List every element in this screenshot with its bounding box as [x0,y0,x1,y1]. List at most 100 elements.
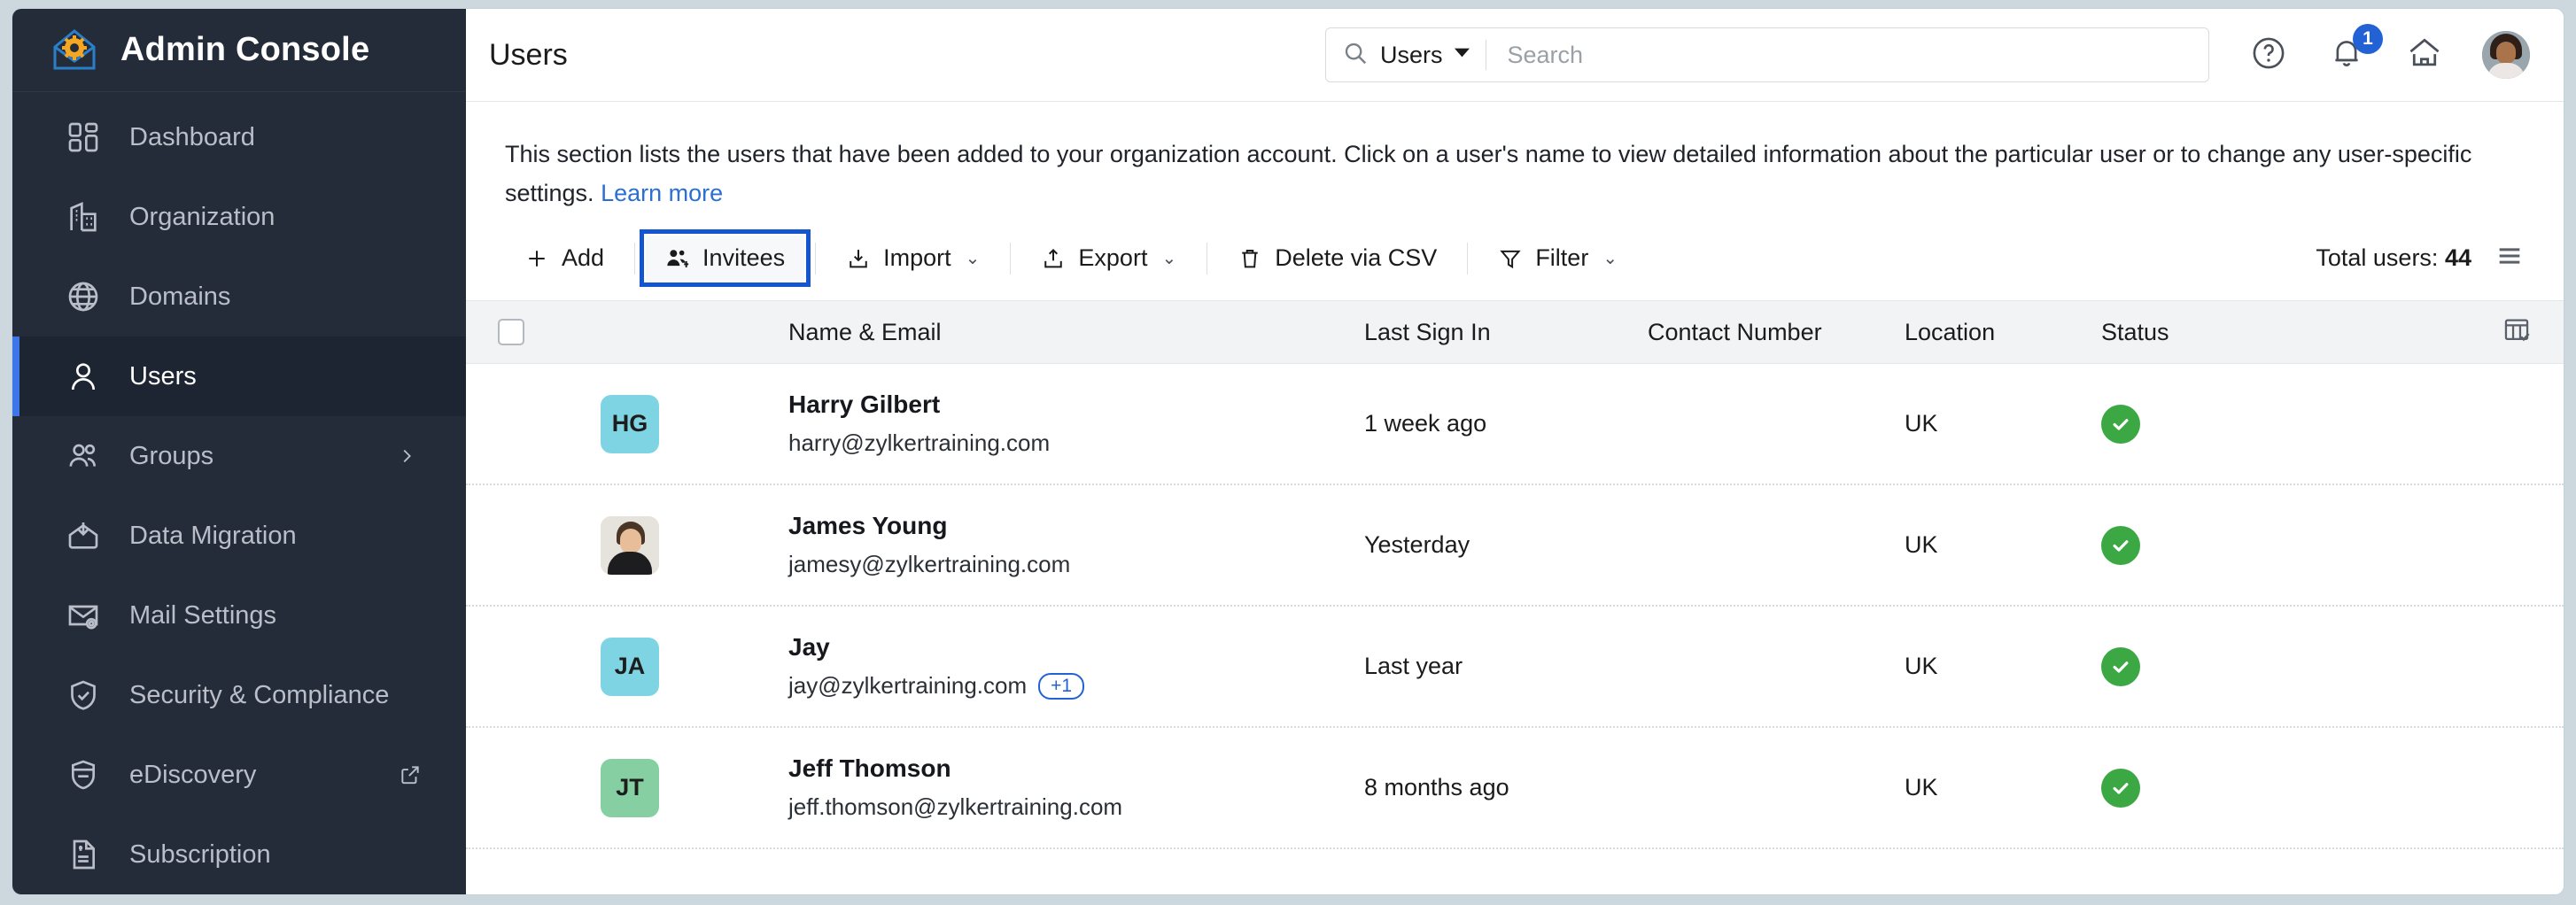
avatar-initials: HG [611,410,648,437]
filter-icon [1498,246,1523,271]
user-email: harry@zylkertraining.com [788,429,1051,457]
sidebar-item-domains[interactable]: Domains [12,257,466,336]
external-link-icon [399,763,422,786]
export-button-label: Export [1078,244,1148,272]
sidebar-item-organization[interactable]: Organization [12,177,466,257]
sidebar-item-data-migration[interactable]: Data Migration [12,496,466,576]
last-sign-in-value: Last year [1364,653,1463,680]
sidebar-item-label: Security & Compliance [129,680,390,709]
sidebar-item-dashboard[interactable]: Dashboard [12,97,466,177]
last-sign-in-value: 1 week ago [1364,410,1487,437]
brand-header: Admin Console [12,9,466,92]
sidebar-item-label: Dashboard [129,122,255,151]
column-header-status: Status [2101,318,2169,345]
search-scope-selector[interactable]: Users [1342,40,1486,71]
location-value: UK [1905,410,1938,437]
filter-button[interactable]: Filter ⌄ [1478,236,1637,281]
table-header-row: Name & Email Last Sign In Contact Number… [466,300,2564,365]
sidebar-item-label: Users [129,361,197,391]
invoice-icon [64,835,103,874]
user-email: jamesy@zylkertraining.com [788,551,1071,578]
sidebar-item-security-compliance[interactable]: Security & Compliance [12,655,466,735]
import-icon [846,246,871,271]
sidebar-item-users[interactable]: Users [12,336,466,416]
user-avatar[interactable] [2482,31,2530,79]
table-row[interactable]: James Young jamesy@zylkertraining.com Ye… [466,485,2564,607]
location-value: UK [1905,774,1938,801]
total-users-count: Total users: 44 [2316,244,2471,272]
users-table: Name & Email Last Sign In Contact Number… [466,300,2564,850]
toolbar-divider [1467,242,1469,275]
toolbar-divider [1010,242,1012,275]
sidebar-item-label: eDiscovery [129,760,257,789]
home-button[interactable] [2404,35,2445,75]
sidebar-item-groups[interactable]: Groups [12,416,466,496]
sidebar-nav: Dashboard Organization Domains Users Gro… [12,92,466,894]
search-box[interactable]: Users [1325,27,2209,82]
delete-via-csv-button[interactable]: Delete via CSV [1218,236,1456,281]
topbar-icon-group: 1 [2248,24,2530,79]
invitees-button[interactable]: Invitees [640,229,811,288]
main-content: Users Users Search 1 This section lists … [466,9,2564,894]
sidebar-item-label: Data Migration [129,521,297,550]
user-email: jay@zylkertraining.com [788,672,1028,700]
building-icon [64,197,103,236]
page-title: Users [489,37,568,72]
user-name[interactable]: James Young [788,512,1364,540]
search-scope-label: Users [1380,41,1443,68]
chevron-right-icon [397,446,416,466]
plus-icon [524,246,549,271]
sidebar-item-mail-settings[interactable]: Mail Settings [12,576,466,655]
chevron-down-icon [1454,47,1470,63]
search-input[interactable] [1486,41,2192,69]
sidebar: Admin Console Dashboard Organization Dom… [12,9,466,894]
import-button[interactable]: Import ⌄ [826,236,999,281]
help-button[interactable] [2248,35,2289,75]
inbox-down-icon [64,516,103,555]
delete-via-csv-label: Delete via CSV [1275,244,1438,272]
sidebar-item-ediscovery[interactable]: eDiscovery [12,735,466,815]
status-badge-active [2101,646,2140,686]
avatar-initials: JT [616,774,644,801]
status-badge-active [2101,525,2140,565]
column-header-location: Location [1905,318,1996,345]
toolbar-divider [815,242,817,275]
total-users-label: Total users: [2316,244,2439,272]
column-header-last-sign-in: Last Sign In [1364,318,1491,345]
last-sign-in-value: Yesterday [1364,531,1470,559]
user-icon [64,357,103,396]
avatar: HG [601,394,659,453]
user-name[interactable]: Jeff Thomson [788,754,1364,783]
column-settings-icon[interactable] [2502,315,2532,350]
ediscovery-icon [64,755,103,794]
list-options-button[interactable] [2495,241,2525,275]
search-icon [1342,40,1369,71]
learn-more-link[interactable]: Learn more [601,180,723,206]
notifications-button[interactable]: 1 [2326,24,2383,75]
sidebar-item-label: Subscription [129,839,271,869]
add-button[interactable]: Add [505,236,624,281]
top-bar: Users Users Search 1 [466,9,2564,102]
last-sign-in-value: 8 months ago [1364,774,1509,801]
table-row[interactable]: JA Jay jay@zylkertraining.com +1 Last ye… [466,607,2564,729]
select-all-checkbox[interactable] [498,319,524,346]
table-row[interactable]: HG Harry Gilbert harry@zylkertraining.co… [466,364,2564,486]
sidebar-item-label: Organization [129,202,275,231]
sidebar-item-subscription[interactable]: Subscription [12,815,466,894]
avatar [601,515,659,575]
extra-emails-badge[interactable]: +1 [1038,672,1085,700]
export-button[interactable]: Export ⌄ [1021,236,1196,281]
table-row[interactable]: JT Jeff Thomson jeff.thomson@zylkertrain… [466,728,2564,850]
invitees-icon [665,246,690,271]
user-name[interactable]: Jay [788,633,1364,661]
user-email: jeff.thomson@zylkertraining.com [788,793,1123,821]
invitees-button-label: Invitees [702,244,786,272]
import-button-label: Import [883,244,951,272]
page-description-text: This section lists the users that have b… [505,141,2472,206]
status-badge-active [2101,768,2140,808]
help-circle-icon [2250,35,2287,76]
location-value: UK [1905,531,1938,559]
avatar: JA [601,637,659,696]
toolbar-right-group: Total users: 44 [2316,241,2528,275]
user-name[interactable]: Harry Gilbert [788,391,1364,419]
